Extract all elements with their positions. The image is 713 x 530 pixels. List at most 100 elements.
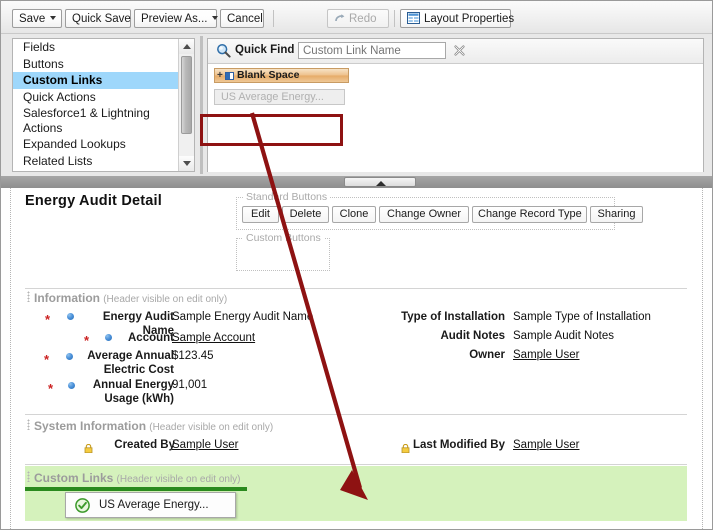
quick-find-bar: Quick Find <box>208 39 703 64</box>
section-title-custom-links: Custom Links <box>34 471 114 485</box>
chevron-down-icon <box>50 15 57 20</box>
quick-find-label: Quick Find <box>235 44 295 56</box>
section-drag-grip[interactable] <box>27 291 30 302</box>
layout-button-sharing[interactable]: Sharing <box>590 206 643 223</box>
section-header-information: Information (Header visible on edit only… <box>34 291 227 305</box>
palette-items-panel: Quick Find Custom Link Name + Blank Spac… <box>207 38 704 172</box>
field-value-average-annual-electric-cost: $123.45 <box>172 350 214 362</box>
field-label-last-modified-by: Last Modified By <box>413 439 506 451</box>
required-marker: * <box>84 333 90 348</box>
field-value-type-of-installation: Sample Type of Installation <box>513 311 651 323</box>
palette-category-list[interactable]: Fields Buttons Custom Links Quick Action… <box>13 39 179 171</box>
palette-category-custom-links[interactable]: Custom Links <box>13 72 179 89</box>
field-label-audit-notes: Audit Notes <box>440 330 505 342</box>
palette-vertical-divider <box>200 36 203 174</box>
field-value-created-by[interactable]: Sample User <box>172 439 238 453</box>
info-dot-icon <box>67 313 74 320</box>
palette-item-blank-space[interactable]: + Blank Space <box>214 68 349 83</box>
palette-category-related-lists[interactable]: Related Lists <box>13 153 179 170</box>
palette-scrollbar[interactable] <box>178 39 194 171</box>
layout-properties-button[interactable]: Layout Properties <box>400 9 515 28</box>
preview-as-button[interactable]: Preview As... <box>134 9 219 28</box>
toolbar-separator-2 <box>394 10 395 27</box>
drop-indicator-bar <box>25 487 247 491</box>
palette-item-area: + Blank Space US Average Energy... <box>208 65 703 172</box>
section-note-information: (Header visible on edit only) <box>103 294 228 305</box>
field-value-audit-notes: Sample Audit Notes <box>513 330 615 342</box>
layout-button-clone[interactable]: Clone <box>332 206 376 223</box>
scrollbar-thumb[interactable] <box>181 56 192 134</box>
custom-buttons-legend: Custom Buttons <box>243 232 324 244</box>
scroll-up-arrow-icon[interactable] <box>179 39 194 54</box>
blank-space-icon <box>225 72 234 80</box>
layout-button-edit[interactable]: Edit <box>242 206 279 223</box>
section-divider-information <box>25 288 687 289</box>
page-title: Energy Audit Detail <box>25 193 163 209</box>
section-divider-custom-links <box>25 464 687 465</box>
custom-buttons-group: Custom Buttons <box>236 232 330 271</box>
section-title-information: Information <box>34 291 100 305</box>
search-magnifier-icon <box>216 43 231 58</box>
section-drag-grip[interactable] <box>27 419 30 430</box>
splitter-collapse-handle[interactable] <box>344 177 416 187</box>
field-value-account[interactable]: Sample Account <box>172 332 255 346</box>
field-label-account: Account <box>128 332 174 344</box>
field-label-annual-energy-usage: Annual Energy Usage (kWh) <box>92 379 174 405</box>
layout-button-change-owner[interactable]: Change Owner <box>379 206 469 223</box>
green-check-circle-icon <box>75 498 90 513</box>
section-drag-grip[interactable] <box>27 471 30 482</box>
editor-toolbar: Save Quick Save Preview As... Cancel Red… <box>1 1 712 34</box>
info-dot-icon <box>105 334 112 341</box>
drag-ghost-label: US Average Energy... <box>99 499 209 511</box>
required-marker: * <box>45 312 51 327</box>
required-marker: * <box>44 352 50 367</box>
field-value-annual-energy-usage: 91,001 <box>172 379 208 391</box>
chevron-down-icon <box>212 15 219 20</box>
component-palette: Fields Buttons Custom Links Quick Action… <box>1 34 712 176</box>
cancel-button[interactable]: Cancel <box>220 9 264 28</box>
palette-category-quick-actions[interactable]: Quick Actions <box>13 89 179 106</box>
field-value-energy-audit-name: Sample Energy Audit Name <box>172 311 314 323</box>
lock-icon <box>84 440 93 454</box>
palette-category-salesforce1-lightning-actions[interactable]: Salesforce1 & Lightning Actions <box>13 105 179 136</box>
palette-category-list-panel: Fields Buttons Custom Links Quick Action… <box>12 38 195 172</box>
redo-arrow-icon <box>334 12 346 23</box>
field-value-last-modified-by[interactable]: Sample User <box>513 439 579 453</box>
palette-item-us-average-energy[interactable]: US Average Energy... <box>214 89 345 105</box>
layout-button-delete[interactable]: Delete <box>282 206 329 223</box>
plus-icon: + <box>217 70 223 81</box>
layout-properties-label: Layout Properties <box>424 13 515 25</box>
redo-button[interactable]: Redo <box>327 9 389 28</box>
redo-label: Redo <box>349 13 377 25</box>
save-button[interactable]: Save <box>12 9 62 28</box>
standard-buttons-legend: Standard Buttons <box>243 191 331 203</box>
clear-x-icon[interactable] <box>453 44 466 57</box>
scroll-down-arrow-icon[interactable] <box>179 156 194 171</box>
section-divider-system-information <box>25 414 687 415</box>
palette-category-fields[interactable]: Fields <box>13 39 179 56</box>
drag-ghost-us-average-energy[interactable]: US Average Energy... <box>65 492 236 518</box>
info-dot-icon <box>68 382 75 389</box>
field-label-average-annual-electric-cost: Average Annual Electric Cost <box>87 350 174 376</box>
preview-as-label: Preview As... <box>141 13 208 25</box>
layout-grid-icon <box>407 12 420 24</box>
collapse-up-arrow-icon <box>376 181 386 186</box>
lock-icon <box>401 440 410 454</box>
field-label-created-by: Created By <box>114 439 175 451</box>
palette-category-expanded-lookups[interactable]: Expanded Lookups <box>13 136 179 153</box>
quick-save-button[interactable]: Quick Save <box>65 9 131 28</box>
field-label-owner: Owner <box>469 349 505 361</box>
section-title-system-information: System Information <box>34 419 147 433</box>
info-dot-icon <box>66 353 73 360</box>
palette-item-blank-space-label: Blank Space <box>237 69 300 81</box>
field-value-owner[interactable]: Sample User <box>513 349 579 363</box>
layout-button-change-record-type[interactable]: Change Record Type <box>472 206 587 223</box>
required-marker: * <box>48 381 54 396</box>
section-header-system-information: System Information (Header visible on ed… <box>34 419 273 433</box>
section-header-custom-links: Custom Links (Header visible on edit onl… <box>34 471 241 485</box>
toolbar-separator <box>273 10 274 27</box>
quick-find-input[interactable] <box>298 42 446 59</box>
palette-category-buttons[interactable]: Buttons <box>13 56 179 73</box>
save-label: Save <box>19 13 46 25</box>
section-note-system-information: (Header visible on edit only) <box>149 422 274 433</box>
